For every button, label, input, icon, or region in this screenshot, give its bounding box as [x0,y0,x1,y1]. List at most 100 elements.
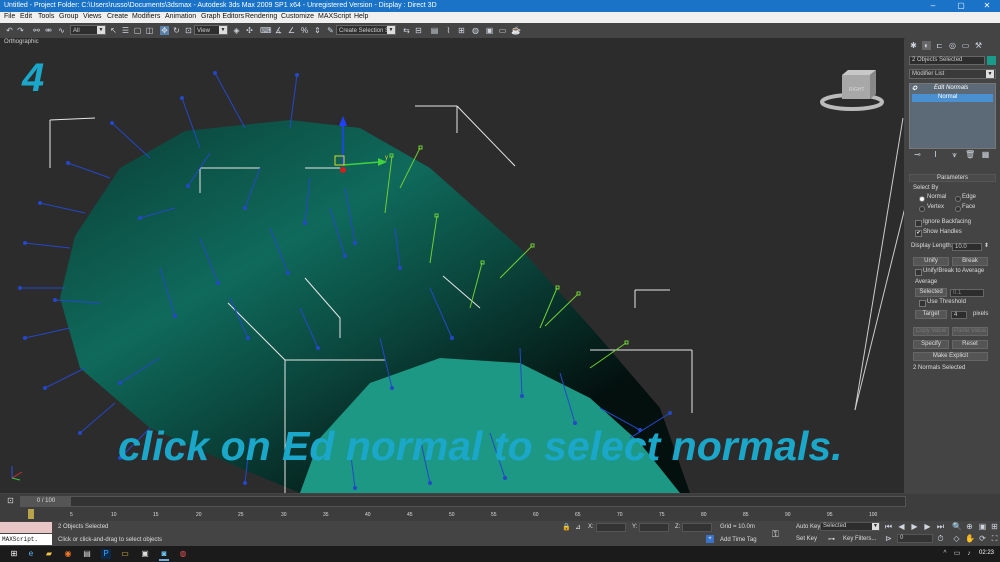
render-setup-icon[interactable]: ▣ [485,26,494,35]
volume-icon[interactable]: ♪ [964,549,974,559]
time-slider-track[interactable]: 0 / 100 [20,496,906,507]
key-icon[interactable]: ⚿ [772,529,779,540]
menu-animation[interactable]: Animation [165,13,196,20]
current-frame-field[interactable]: 0 [897,534,933,543]
paste-value-button[interactable]: Paste Value [952,327,988,336]
configure-modifier-sets-icon[interactable]: ▦ [981,150,990,159]
make-unique-icon[interactable]: ⩛ [950,150,959,159]
viewport-orthographic[interactable]: y RIGHT Orthographic 4 click on Ed norma… [0,38,904,493]
menu-help[interactable]: Help [354,13,368,20]
material-editor-icon[interactable]: ◍ [471,26,480,35]
minimize-button[interactable]: – [920,1,946,11]
time-config-icon[interactable]: ⏱ [936,534,945,543]
spinner-snap-icon[interactable]: ⇕ [313,26,322,35]
unify-break-average-checkbox[interactable] [915,269,922,276]
bind-space-warp-icon[interactable]: ∿ [57,26,66,35]
recording-icon[interactable]: ◍ [178,549,188,559]
menu-edit[interactable]: Edit [20,13,32,20]
reference-coord-dropdown[interactable]: View ▼ [194,25,228,35]
maxscript-listener-pink[interactable] [0,522,52,533]
layer-manager-icon[interactable]: ▤ [430,26,439,35]
angle-snap-icon[interactable]: ∠ [287,26,296,35]
mini-curve-editor-icon[interactable]: ⊡ [6,496,15,505]
use-threshold-checkbox[interactable] [919,300,926,307]
select-object-icon[interactable]: ↖ [109,26,118,35]
motion-tab-icon[interactable]: ◎ [948,41,957,50]
zoom-icon[interactable]: 🔍 [952,522,962,531]
add-time-tag[interactable]: Add Time Tag [720,537,757,543]
z-coordinate-field[interactable] [682,523,712,532]
3dsmax-taskbar-icon[interactable]: ◙ [159,549,169,561]
undo-icon[interactable]: ↶ [5,26,14,35]
pivot-center-icon[interactable]: ◈ [232,26,241,35]
y-coordinate-field[interactable] [639,523,669,532]
edit-named-selections-icon[interactable]: ✎ [326,26,335,35]
key-mode-toggle-icon[interactable]: ⊳ [884,534,893,543]
specify-button[interactable]: Specify [913,340,949,349]
previous-frame-icon[interactable]: ◀ [897,522,906,531]
menu-maxscript[interactable]: MAXScript [318,13,351,20]
set-key-button[interactable]: Set Key [796,536,817,542]
viewcube[interactable]: RIGHT [820,70,884,111]
close-button[interactable]: ✕ [974,1,1000,11]
maxscript-mini-listener[interactable]: MAXScript. [0,534,52,545]
pin-stack-icon[interactable]: ⊸ [913,150,922,159]
auto-key-button[interactable]: Auto Key [796,524,820,530]
track-bar[interactable]: 5 10 15 20 25 30 35 40 45 50 55 60 65 70… [30,507,880,521]
mirror-icon[interactable]: ⇆ [402,26,411,35]
firefox-icon[interactable]: ◉ [63,549,73,559]
key-mode-icon[interactable]: ⊶ [828,535,835,543]
keyboard-shortcut-icon[interactable]: ⌨ [260,26,272,35]
parameters-rollout-header[interactable]: Parameters [909,174,996,182]
utilities-tab-icon[interactable]: ⚒ [974,41,983,50]
break-button[interactable]: Break [952,257,988,266]
taskbar-clock[interactable]: 02:23 [979,550,994,556]
menu-file[interactable]: File [4,13,15,20]
store-icon[interactable]: ▤ [82,549,92,559]
menu-views[interactable]: Views [83,13,102,20]
selection-filter-dropdown[interactable]: All ▼ [70,25,106,35]
hierarchy-tab-icon[interactable]: ⊏ [935,41,944,50]
modify-tab-icon[interactable]: ◐ [922,41,931,50]
radio-face[interactable] [955,206,961,212]
maximize-button[interactable]: ▢ [948,1,974,11]
rendered-frame-icon[interactable]: ▭ [498,26,507,35]
go-to-start-icon[interactable]: ⏮ [884,522,893,531]
pan-icon[interactable]: ✋ [965,534,975,543]
reset-button[interactable]: Reset [952,340,988,349]
scale-icon[interactable]: ⊡ [184,26,193,35]
time-tag-icon[interactable]: + [706,535,714,543]
menu-customize[interactable]: Customize [281,13,314,20]
named-selection-dropdown[interactable]: Create Selection Se ▼ [336,25,396,35]
x-coordinate-field[interactable] [596,523,626,532]
show-handles-checkbox[interactable]: ✔ [915,230,922,237]
key-filters-button[interactable]: Key Filters... [843,536,876,542]
copy-value-button[interactable]: Copy Value [913,327,949,336]
unlink-icon[interactable]: ⚮ [44,26,53,35]
create-tab-icon[interactable]: ✱ [909,41,918,50]
next-frame-icon[interactable]: ▶ [923,522,932,531]
curve-editor-icon[interactable]: ⌇ [444,26,453,35]
stack-item-normal[interactable]: Normal [912,94,993,102]
go-to-end-icon[interactable]: ⏭ [936,522,945,531]
radio-normal[interactable] [919,196,925,202]
manipulate-icon[interactable]: ✣ [245,26,254,35]
move-icon[interactable]: ✥ [160,26,169,35]
absolute-mode-icon[interactable]: ⊿ [575,523,581,531]
play-icon[interactable]: ▶ [910,522,919,531]
orbit-icon[interactable]: ⟳ [978,534,987,543]
zoom-all-icon[interactable]: ⊕ [965,522,974,531]
menu-group[interactable]: Group [59,13,78,20]
display-tab-icon[interactable]: ▭ [961,41,970,50]
object-name-field[interactable]: 2 Objects Selected [909,56,985,65]
object-color-swatch[interactable] [987,56,996,65]
link-icon[interactable]: ⚯ [32,26,41,35]
average-selected-button[interactable]: Selected [915,288,947,297]
start-icon[interactable]: ⊞ [9,549,19,559]
app-icon[interactable]: ▣ [140,549,150,559]
folder-icon[interactable]: ▭ [120,549,130,559]
photoshop-icon[interactable]: P [101,549,111,559]
make-explicit-button[interactable]: Make Explicit [913,352,988,361]
field-of-view-icon[interactable]: ◇ [952,534,961,543]
select-by-name-icon[interactable]: ☰ [121,26,130,35]
